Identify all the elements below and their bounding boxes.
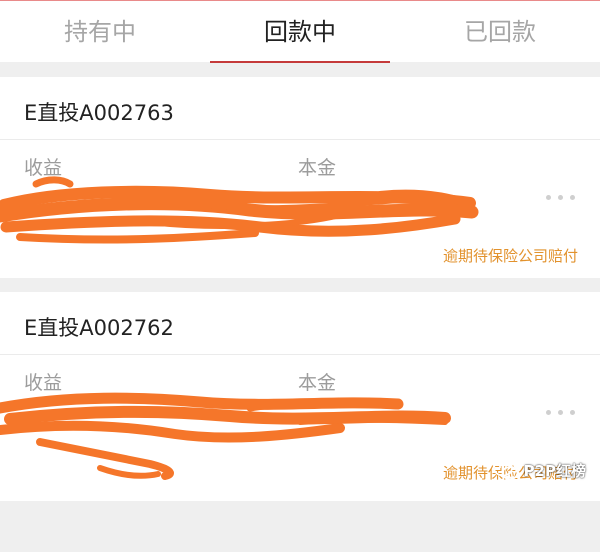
principal-label: 本金 — [298, 372, 337, 394]
status-text: 逾期待保险公司赔付 — [442, 247, 578, 265]
more-options-icon[interactable] — [544, 193, 580, 203]
income-label: 收益 — [24, 372, 63, 394]
active-tab-indicator — [210, 61, 390, 63]
more-options-icon[interactable] — [544, 408, 580, 418]
tab-bar: 持有中 回款中 已回款 — [0, 0, 600, 63]
divider — [0, 139, 600, 140]
investment-title: E直投A002763 — [24, 101, 174, 125]
status-text: 逾期待保险公司赔付 — [442, 464, 578, 482]
investment-card[interactable]: E直投A002762 收益 本金 逾期待保险公司赔付 — [0, 292, 600, 501]
investment-title: E直投A002762 — [24, 316, 174, 340]
principal-label: 本金 — [298, 157, 337, 179]
tab-repaid[interactable]: 已回款 — [400, 1, 600, 63]
investment-card[interactable]: E直投A002763 收益 本金 逾期待保险公司赔付 — [0, 77, 600, 278]
income-label: 收益 — [24, 157, 63, 179]
tab-holding[interactable]: 持有中 — [0, 1, 200, 63]
divider — [0, 354, 600, 355]
tab-repaying[interactable]: 回款中 — [200, 1, 400, 63]
